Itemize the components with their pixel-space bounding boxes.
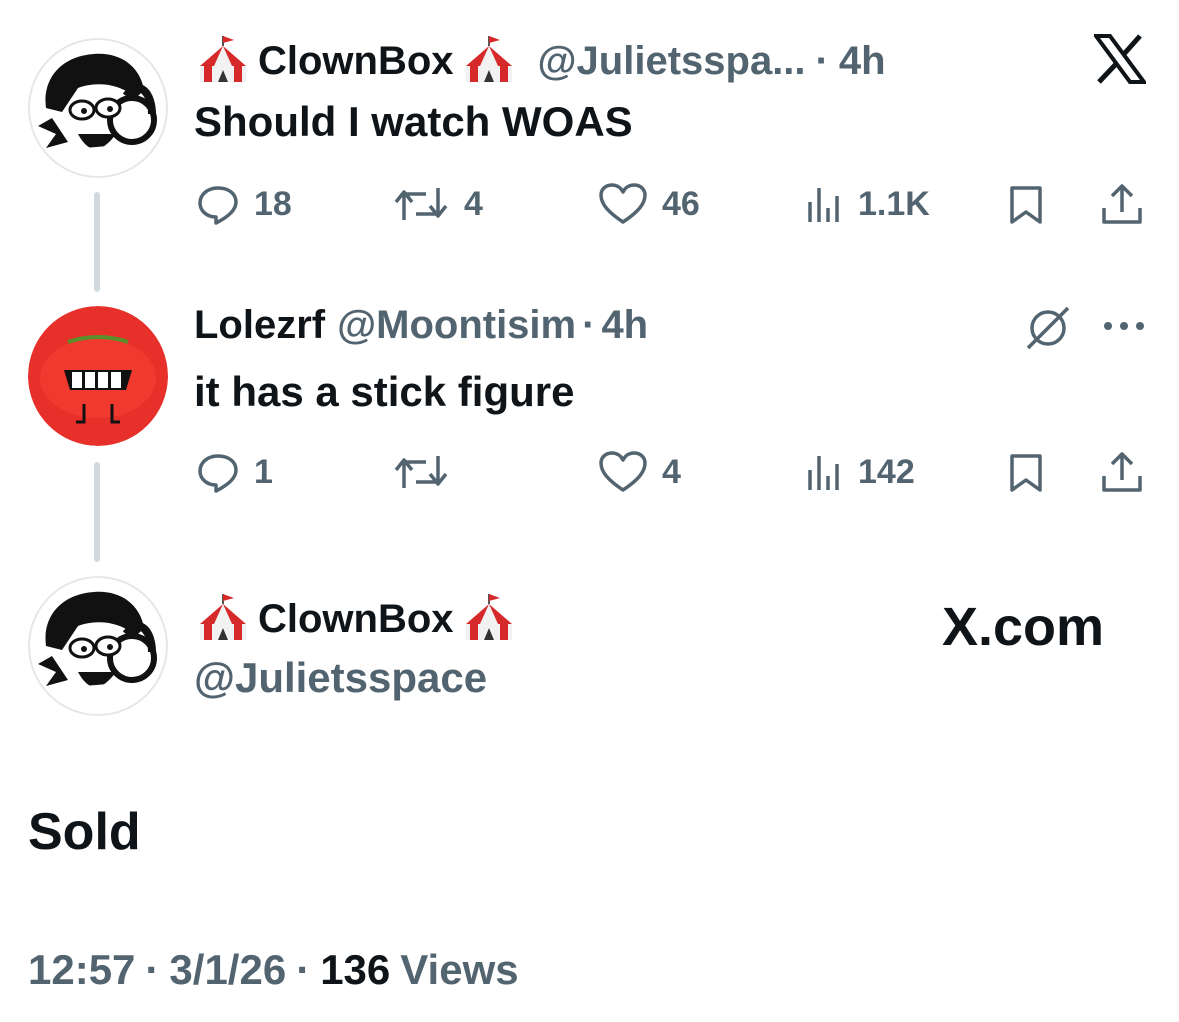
- reply-count: 18: [254, 184, 292, 223]
- bookmark-button[interactable]: [1006, 184, 1046, 231]
- tweet2-text: it has a stick figure: [194, 368, 575, 415]
- views-label: Views: [400, 946, 519, 993]
- tweet1-text: Should I watch WOAS: [194, 98, 633, 145]
- more-options-icon[interactable]: [1100, 316, 1148, 341]
- meta-separator: ·: [145, 946, 160, 993]
- views-button[interactable]: 1.1K: [804, 182, 930, 226]
- main-meta: 12:57 · 3/1/26 · 136 Views: [28, 946, 519, 994]
- reply-count: 1: [254, 452, 273, 491]
- bookmark-icon: [1010, 454, 1042, 492]
- retweet-button[interactable]: 4: [392, 182, 483, 226]
- share-button[interactable]: [1100, 450, 1144, 499]
- main-display-name[interactable]: ClownBox: [258, 597, 454, 642]
- tweet2-header: Lolezrf @Moontisim · 4h: [194, 303, 648, 348]
- circus-tent-icon: [460, 592, 518, 647]
- tweet1-separator: ·: [815, 39, 829, 83]
- main-handle[interactable]: @Julietsspace: [194, 654, 487, 702]
- avatar-clownbox[interactable]: [28, 38, 168, 178]
- tweet1-handle[interactable]: @Julietsspa...: [538, 39, 806, 84]
- circus-tent-icon: [194, 34, 252, 89]
- tweet1-header: ClownBox @Julietsspa... · 4h: [194, 34, 886, 89]
- views-count: 136: [320, 946, 391, 993]
- reply-icon: [198, 454, 238, 493]
- share-icon: [1102, 452, 1142, 492]
- retweet-icon: [394, 456, 448, 488]
- grok-icon[interactable]: [1024, 304, 1072, 357]
- thread-line: [94, 192, 100, 292]
- retweet-button[interactable]: [392, 450, 450, 494]
- like-button[interactable]: 46: [598, 182, 700, 226]
- like-count: 4: [662, 452, 681, 491]
- tweet2-time[interactable]: 4h: [601, 303, 648, 348]
- reply-button[interactable]: 1: [196, 450, 273, 494]
- main-text: Sold: [28, 803, 141, 861]
- analytics-icon: [808, 456, 839, 490]
- tomato-avatar-icon: [28, 306, 168, 446]
- thread-line: [94, 462, 100, 562]
- circus-tent-icon: [460, 34, 518, 89]
- main-date: 3/1/26: [169, 946, 287, 993]
- avatar-drawing-icon: [28, 576, 168, 716]
- bookmark-icon: [1010, 186, 1042, 224]
- avatar-drawing-icon: [28, 38, 168, 178]
- views-count: 142: [858, 452, 915, 491]
- tweet2-handle[interactable]: @Moontisim: [337, 303, 576, 348]
- brand-label: X.com: [942, 597, 1105, 657]
- meta-separator: ·: [296, 946, 311, 993]
- avatar-clownbox[interactable]: [28, 576, 168, 716]
- avatar-lolezrf[interactable]: [28, 306, 168, 446]
- analytics-icon: [808, 188, 839, 222]
- main-time: 12:57: [28, 946, 136, 993]
- share-icon: [1102, 184, 1142, 224]
- reply-button[interactable]: 18: [196, 182, 292, 226]
- share-button[interactable]: [1100, 182, 1144, 231]
- like-count: 46: [662, 184, 700, 223]
- tweet1-display-name[interactable]: ClownBox: [258, 39, 454, 84]
- x-logo-icon: [1092, 34, 1148, 89]
- heart-icon: [599, 183, 647, 224]
- bookmark-button[interactable]: [1006, 452, 1046, 499]
- retweet-icon: [394, 188, 448, 220]
- like-button[interactable]: 4: [598, 450, 681, 494]
- retweet-count: 4: [464, 184, 483, 223]
- views-button[interactable]: 142: [804, 450, 915, 494]
- tweet2-display-name[interactable]: Lolezrf: [194, 303, 325, 348]
- reply-icon: [198, 186, 238, 225]
- views-count: 1.1K: [858, 184, 930, 223]
- main-header: ClownBox: [194, 592, 518, 647]
- tweet2-separator: ·: [582, 303, 596, 347]
- heart-icon: [599, 451, 647, 492]
- tweet1-time[interactable]: 4h: [839, 39, 886, 84]
- circus-tent-icon: [194, 592, 252, 647]
